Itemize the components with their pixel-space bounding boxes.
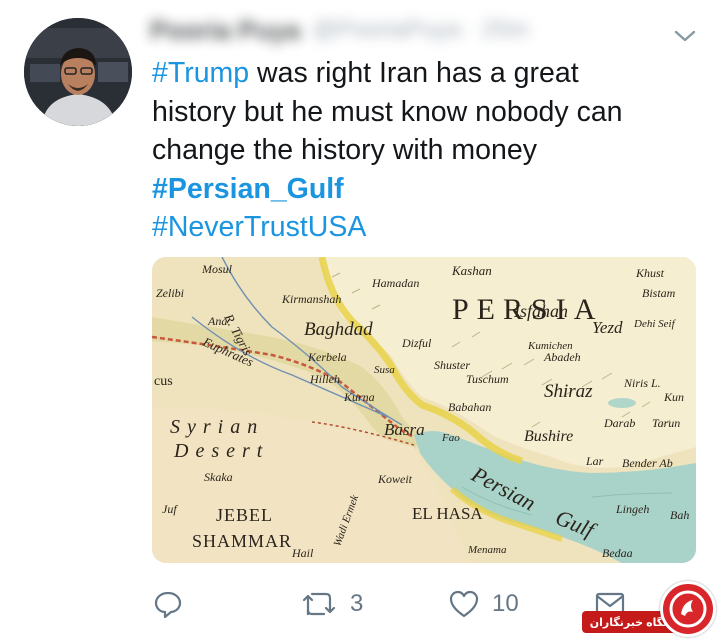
map-label-babahan: Babahan — [448, 400, 491, 414]
map-label-skaka: Skaka — [204, 470, 233, 484]
map-label-cus: cus — [154, 374, 173, 389]
map-label-jof: Juf — [162, 502, 178, 516]
map-label-khust: Khust — [635, 266, 665, 280]
watermark-logo-icon — [660, 581, 716, 637]
map-label-isfahan: Isfahan — [513, 301, 568, 321]
more-options-button[interactable] — [668, 22, 702, 50]
map-label-susa: Susa — [374, 364, 395, 376]
author-name[interactable]: Pooria Puya — [150, 15, 300, 46]
map-label-hamadan: Hamadan — [371, 276, 419, 290]
retweet-count: 3 — [350, 590, 364, 617]
tweet-media-map[interactable]: PERSIA Isfahan Yezd Baghdad Basra Shiraz… — [152, 257, 696, 563]
tweet-line-3: change the history with money — [152, 134, 537, 166]
reply-icon — [154, 591, 182, 619]
map-label-niris: Niris L. — [623, 376, 661, 390]
map-label-mosul: Mosul — [201, 262, 233, 276]
heart-icon — [449, 590, 479, 618]
tweet-line-1: #Trump was right Iran has a great — [152, 54, 712, 93]
map-label-shuster: Shuster — [434, 358, 470, 372]
author-handle[interactable]: @PooriaPuya · 25m — [312, 16, 528, 44]
map-label-jebel: JEBEL — [216, 505, 273, 525]
map-label-menama: Menama — [467, 544, 507, 556]
map-label-kerbela: Kerbela — [307, 350, 347, 364]
map-label-bender: Bender Ab — [622, 456, 673, 470]
map-label-kun: Kun — [663, 390, 684, 404]
author-avatar[interactable] — [24, 18, 132, 126]
hashtag-never-trust-usa[interactable]: #NeverTrustUSA — [152, 208, 712, 247]
map-label-tuschum: Tuschum — [466, 372, 509, 386]
map-label-desert: Desert — [173, 440, 269, 462]
avatar-photo — [24, 18, 132, 126]
map-label-bushire: Bushire — [524, 428, 573, 445]
map-label-koweit: Koweit — [377, 472, 413, 486]
map-label-tarun: Tarun — [652, 416, 680, 430]
map-label-shiraz: Shiraz — [544, 381, 593, 402]
map-label-abadeh: Abadeh — [543, 350, 581, 364]
map-label-lingeh: Lingeh — [615, 502, 649, 516]
map-label-lar: Lar — [585, 454, 604, 468]
map-label-baghdad: Baghdad — [304, 319, 373, 340]
map-label-hail: Hail — [291, 546, 314, 560]
map-label-darab: Darab — [603, 416, 635, 430]
like-button[interactable]: 10 — [448, 582, 519, 626]
tweet-line-1-text: was right Iran has a great — [249, 57, 579, 89]
map-label-yezd: Yezd — [592, 318, 623, 337]
map-label-kermanshah: Kirmanshah — [281, 292, 341, 306]
map-label-dizful: Dizful — [401, 336, 432, 350]
map-label-syrian: Syrian — [170, 416, 264, 438]
map-label-hilleh: Hilleh — [309, 372, 340, 386]
reply-button[interactable] — [152, 582, 184, 626]
map-label-fao: Fao — [441, 432, 460, 444]
retweet-button[interactable]: 3 — [300, 582, 363, 626]
hashtag-trump[interactable]: #Trump — [152, 57, 249, 89]
map-label-kurna: Kurna — [343, 390, 375, 404]
map-label-bistam: Bistam — [642, 286, 676, 300]
tweet-line-2: history but he must know nobody can — [152, 95, 623, 128]
hashtag-persian-gulf[interactable]: #Persian_Gulf — [152, 170, 712, 209]
map-label-bedaa: Bedaa — [602, 546, 633, 560]
map-label-kumichen: Kumichen — [527, 340, 573, 352]
watermark: باشگاه خبرنگاران — [580, 579, 720, 639]
map-label-dehiseif: Dehi Seif — [633, 318, 677, 330]
map-image: PERSIA Isfahan Yezd Baghdad Basra Shiraz… — [152, 257, 696, 563]
map-label-kashan: Kashan — [451, 263, 492, 278]
retweet-icon — [302, 592, 336, 616]
map-label-bahrein: Bah — [670, 508, 689, 522]
tweet-text: #Trump was right Iran has a great histor… — [152, 54, 712, 247]
map-label-basra: Basra — [384, 420, 425, 439]
chevron-down-icon — [674, 30, 696, 42]
map-label-shammar: SHAMMAR — [192, 531, 292, 551]
like-count: 10 — [492, 590, 519, 617]
tweet-header: Pooria Puya @PooriaPuya · 25m — [150, 10, 570, 50]
map-label-ana: Ana — [207, 314, 227, 328]
map-label-zelibi: Zelibi — [156, 286, 184, 300]
map-label-el-hasa: EL HASA — [412, 504, 483, 523]
